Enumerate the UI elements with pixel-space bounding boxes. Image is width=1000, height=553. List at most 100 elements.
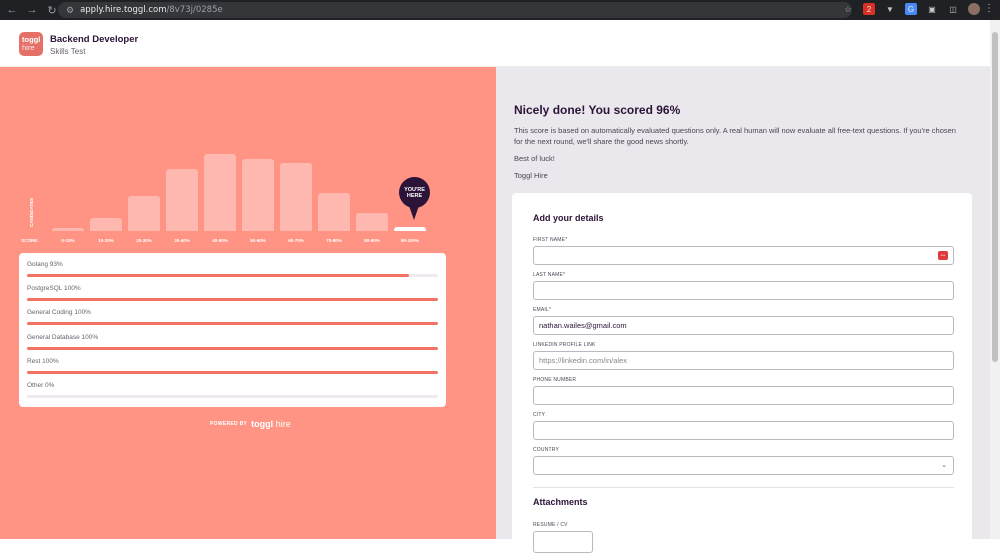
skill-progress-fill	[27, 322, 438, 326]
phone-field[interactable]	[533, 386, 954, 405]
translate-extension-icon[interactable]: G	[905, 3, 917, 15]
email-value: nathan.wailes@gmail.com	[539, 321, 627, 330]
phone-label: PHONE NUMBER	[533, 377, 577, 383]
forward-arrow-icon[interactable]: →	[26, 4, 38, 16]
form-title: Add your details	[533, 213, 604, 223]
linkedin-placeholder: https://linkedin.com/in/alex	[539, 356, 627, 365]
toggl-hire-logo[interactable]: toggl hire	[19, 32, 43, 56]
back-arrow-icon[interactable]: ←	[6, 4, 18, 16]
resume-label: RESUME / CV	[533, 522, 568, 528]
logo-text-bottom: hire	[22, 43, 35, 52]
score-heading: Nicely done! You scored 96%	[514, 103, 681, 117]
skill-label: Golang 93%	[27, 261, 63, 268]
powered-by: POWERED BY toggl hire	[210, 419, 291, 429]
chart-bar	[280, 163, 312, 231]
powered-brand-name: toggl	[251, 419, 274, 429]
best-of-luck-text: Best of luck!	[514, 154, 555, 163]
chevron-down-icon: ⌄	[941, 462, 947, 469]
password-manager-icon[interactable]: ***	[938, 251, 948, 260]
skill-row: General Coding 100%	[27, 309, 438, 333]
chart-bar	[52, 228, 84, 231]
chart-tick-label: 0-10%	[61, 238, 75, 243]
skill-label: General Coding 100%	[27, 309, 91, 317]
scrollbar-thumb[interactable]	[992, 32, 998, 362]
first-name-field[interactable]: ***	[533, 246, 954, 265]
chart-tick-label: 40-50%	[212, 238, 228, 243]
chart-bar	[242, 158, 274, 231]
job-subtitle: Skills Test	[50, 47, 86, 56]
chart-tick-label: 10-20%	[98, 238, 114, 243]
skill-label: Rest 100%	[27, 357, 59, 365]
last-name-label: LAST NAME*	[533, 272, 566, 278]
chart-bar	[128, 195, 160, 231]
skill-progress-fill	[27, 370, 438, 374]
url-text: apply.hire.toggl.com/8v73j/0285e	[80, 5, 223, 15]
skill-label: General Database 100%	[27, 333, 99, 341]
skill-label: PostgreSQL 100%	[27, 285, 81, 293]
skill-progress-track	[27, 274, 438, 277]
chart-bar	[318, 193, 350, 231]
score-distribution-chart: CANDIDATES YOU'RE HERE SCORE: 0-10% 10-20% 2…	[21, 129, 438, 243]
skills-breakdown-card: Golang 93% PostgreSQL 100% General Coding …	[19, 253, 446, 407]
powered-brand-suffix: hire	[275, 419, 291, 429]
signature-text: Toggl Hire	[514, 171, 548, 180]
chart-bar	[204, 153, 236, 231]
chart-score-label: SCORE:	[21, 238, 39, 243]
site-info-icon[interactable]: ⚙	[66, 5, 74, 16]
email-label: EMAIL*	[533, 307, 552, 313]
skill-progress-track	[27, 298, 438, 302]
email-field[interactable]: nathan.wailes@gmail.com	[533, 316, 954, 335]
skill-label: Other 0%	[27, 381, 55, 389]
chart-tick-label: 60-70%	[288, 238, 304, 243]
skill-row: Golang 93%	[27, 261, 438, 285]
city-field[interactable]	[533, 421, 954, 440]
chart-bar	[90, 217, 122, 231]
country-label: COUNTRY	[533, 447, 560, 453]
chart-tick-label: 50-60%	[250, 238, 266, 243]
job-title: Backend Developer	[50, 34, 139, 45]
powered-by-label: POWERED BY	[210, 421, 248, 427]
score-explanation: This score is based on automatically eva…	[514, 126, 956, 146]
last-name-field[interactable]	[533, 281, 954, 300]
bookmark-star-icon[interactable]: ☆	[842, 3, 854, 15]
browser-nav: ← → ↻	[0, 4, 58, 17]
skill-row: Rest 100%	[27, 358, 438, 382]
linkedin-field[interactable]: https://linkedin.com/in/alex	[533, 351, 954, 370]
resume-upload-button[interactable]	[533, 531, 593, 553]
chart-tick-label: 30-40%	[174, 238, 190, 243]
first-name-label: FIRST NAME*	[533, 237, 568, 243]
skill-row: General Database 100%	[27, 334, 438, 358]
attachments-title: Attachments	[533, 497, 588, 507]
skill-progress-track	[27, 346, 438, 350]
details-form-card: Add your details FIRST NAME* *** LAST NA…	[512, 193, 972, 553]
extension-v-icon[interactable]: ▼	[884, 3, 896, 15]
skill-row: PostgreSQL 100%	[27, 285, 438, 309]
skill-row: Other 0%	[27, 382, 438, 406]
chart-tick-label: 90-100%	[400, 238, 419, 243]
chart-bar	[166, 169, 198, 231]
form-divider	[533, 487, 954, 488]
chart-tick-label: 20-30%	[136, 238, 152, 243]
reload-icon[interactable]: ↻	[46, 4, 58, 17]
skill-progress-track	[27, 394, 438, 398]
pin-label-2: HERE	[406, 193, 423, 199]
country-select[interactable]: ⌄	[533, 456, 954, 475]
address-bar[interactable]: ⚙ apply.hire.toggl.com/8v73j/0285e	[58, 2, 852, 18]
browser-menu-icon[interactable]: ⋮	[984, 3, 994, 14]
side-panel-icon[interactable]: ◫	[947, 3, 959, 15]
extension-badge-icon[interactable]: 2	[863, 3, 875, 15]
chart-y-label: CANDIDATES	[29, 197, 34, 227]
you-are-here-marker: YOU'RE HERE	[399, 177, 430, 223]
page-header: toggl hire Backend Developer Skills Test	[0, 20, 990, 67]
url-path: /8v73j/0285e	[166, 5, 223, 15]
results-panel: CANDIDATES YOU'RE HERE SCORE: 0-10% 10-20% 2…	[0, 67, 496, 539]
skill-progress-track	[27, 370, 438, 374]
page-scrollbar[interactable]	[990, 20, 1000, 539]
extensions-bar: ☆ 2 ▼ G ▣ ◫	[842, 3, 980, 15]
skill-progress-fill	[27, 298, 438, 302]
chart-bar	[356, 213, 388, 231]
profile-avatar[interactable]	[968, 3, 980, 15]
powered-by-brand[interactable]: toggl hire	[251, 419, 291, 429]
puzzle-extensions-icon[interactable]: ▣	[926, 3, 938, 15]
chart-bar	[394, 227, 426, 231]
